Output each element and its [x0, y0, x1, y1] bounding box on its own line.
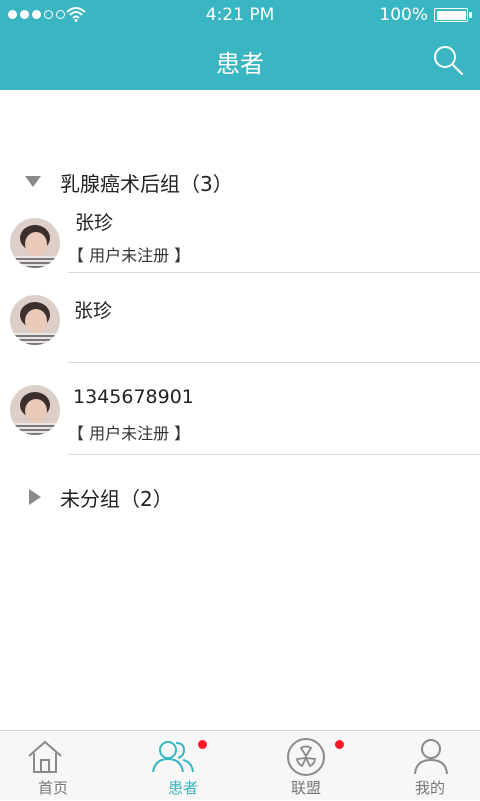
- battery-icon: [434, 8, 472, 22]
- group-title: 未分组（2）: [60, 487, 173, 511]
- list-item[interactable]: 1345678901 【 用户未注册 】: [0, 380, 480, 470]
- home-icon: [28, 740, 62, 773]
- tab-label: 联盟: [290, 779, 321, 797]
- divider: [68, 454, 480, 455]
- patient-status: 【 用户未注册 】: [68, 424, 191, 443]
- profile-icon: [414, 739, 448, 775]
- divider: [68, 362, 480, 363]
- group-header-breast-cancer[interactable]: 乳腺癌术后组（3）: [0, 160, 480, 200]
- navigation-bar: 患者: [0, 30, 480, 90]
- avatar: [10, 218, 60, 268]
- patient-list: 乳腺癌术后组（3） 张珍 【 用户未注册 】 张珍 1345678901 【 用…: [0, 90, 480, 730]
- tab-patients[interactable]: 患者: [120, 731, 240, 801]
- avatar: [10, 385, 60, 435]
- patient-name: 1345678901: [73, 386, 194, 408]
- tab-profile[interactable]: 我的: [360, 731, 480, 801]
- patients-icon: [152, 741, 194, 773]
- triangle-right-icon: [29, 489, 41, 505]
- divider: [68, 272, 480, 273]
- battery-percent: 100%: [379, 5, 428, 25]
- list-item[interactable]: 张珍 【 用户未注册 】: [0, 200, 480, 290]
- tab-label: 患者: [167, 779, 198, 797]
- status-bar: 4:21 PM 100%: [0, 0, 480, 30]
- group-title: 乳腺癌术后组（3）: [60, 172, 233, 196]
- tab-home[interactable]: 首页: [0, 731, 120, 801]
- patient-name: 张珍: [75, 212, 114, 234]
- group-header-ungrouped[interactable]: 未分组（2）: [0, 475, 480, 515]
- alliance-icon: [287, 738, 325, 776]
- patient-status: 【 用户未注册 】: [68, 246, 191, 265]
- page-title: 患者: [216, 50, 264, 78]
- triangle-down-icon: [25, 176, 41, 187]
- tab-label: 我的: [414, 779, 445, 797]
- patient-name: 张珍: [74, 300, 113, 322]
- tab-alliance[interactable]: 联盟: [240, 731, 360, 801]
- tab-bar: 首页 患者 联盟 我的: [0, 730, 480, 800]
- notification-badge: [335, 740, 344, 749]
- search-icon[interactable]: [430, 42, 466, 78]
- list-item[interactable]: 张珍: [0, 290, 480, 380]
- avatar: [10, 295, 60, 345]
- tab-label: 首页: [37, 779, 68, 797]
- notification-badge: [198, 740, 207, 749]
